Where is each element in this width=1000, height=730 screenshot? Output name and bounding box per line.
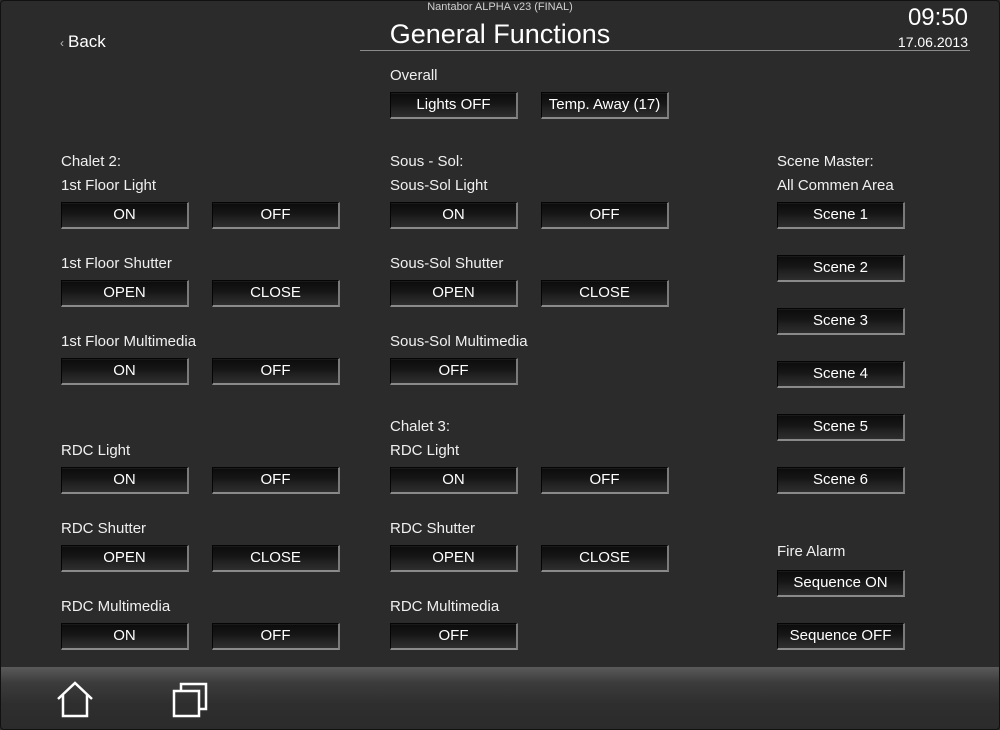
- scene-master-heading: Scene Master:: [777, 153, 874, 170]
- chalet2-floor-shutter-label: 1st Floor Shutter: [61, 255, 172, 272]
- home-icon[interactable]: [55, 680, 95, 720]
- chalet2-heading: Chalet 2:: [61, 153, 122, 170]
- sous-sol-light-on-button[interactable]: ON: [390, 202, 518, 229]
- chalet3-rdc-light-off-button[interactable]: OFF: [541, 467, 669, 494]
- overall-heading: Overall: [390, 67, 438, 84]
- sous-sol-shutter-open-button[interactable]: OPEN: [390, 280, 518, 307]
- app-title: Nantabor ALPHA v23 (FINAL): [427, 1, 573, 13]
- chalet2-rdc-light-label: RDC Light: [61, 442, 131, 459]
- chalet3-heading: Chalet 3:: [390, 418, 451, 435]
- chalet2-rdc-multimedia-label: RDC Multimedia: [61, 598, 171, 615]
- chalet2-rdc-shutter-close-button[interactable]: CLOSE: [212, 545, 340, 572]
- chalet2-rdc-light-on-button[interactable]: ON: [61, 467, 189, 494]
- chalet2-floor-light-off-button[interactable]: OFF: [212, 202, 340, 229]
- chalet2-floor-multimedia-on-button[interactable]: ON: [61, 358, 189, 385]
- scene-4-button[interactable]: Scene 4: [777, 361, 905, 388]
- chalet3-rdc-multimedia-off-button[interactable]: OFF: [390, 623, 518, 650]
- sequence-off-button[interactable]: Sequence OFF: [777, 623, 905, 650]
- chalet2-floor-light-on-button[interactable]: ON: [61, 202, 189, 229]
- sous-sol-heading: Sous - Sol:: [390, 153, 464, 170]
- chalet2-rdc-multimedia-on-button[interactable]: ON: [61, 623, 189, 650]
- header-divider: [360, 50, 970, 51]
- fire-alarm-heading: Fire Alarm: [777, 543, 846, 560]
- lights-off-button[interactable]: Lights OFF: [390, 92, 518, 119]
- scene-3-button[interactable]: Scene 3: [777, 308, 905, 335]
- chalet2-rdc-shutter-open-button[interactable]: OPEN: [61, 545, 189, 572]
- chalet2-rdc-multimedia-off-button[interactable]: OFF: [212, 623, 340, 650]
- sequence-on-button[interactable]: Sequence ON: [777, 570, 905, 597]
- chalet3-rdc-light-on-button[interactable]: ON: [390, 467, 518, 494]
- sous-sol-shutter-label: Sous-Sol Shutter: [390, 255, 504, 272]
- chalet2-rdc-shutter-label: RDC Shutter: [61, 520, 147, 537]
- sous-sol-light-off-button[interactable]: OFF: [541, 202, 669, 229]
- scene-master-subheading: All Commen Area: [777, 177, 894, 194]
- scene-2-button[interactable]: Scene 2: [777, 255, 905, 282]
- chalet2-floor-multimedia-label: 1st Floor Multimedia: [61, 333, 197, 350]
- chalet2-rdc-light-off-button[interactable]: OFF: [212, 467, 340, 494]
- chalet2-floor-shutter-close-button[interactable]: CLOSE: [212, 280, 340, 307]
- sous-sol-light-label: Sous-Sol Light: [390, 177, 488, 194]
- chalet3-rdc-shutter-label: RDC Shutter: [390, 520, 476, 537]
- sous-sol-multimedia-off-button[interactable]: OFF: [390, 358, 518, 385]
- chalet3-rdc-shutter-close-button[interactable]: CLOSE: [541, 545, 669, 572]
- multitask-icon[interactable]: [170, 680, 210, 720]
- bottom-nav-bar: [1, 667, 999, 729]
- sous-sol-multimedia-label: Sous-Sol Multimedia: [390, 333, 528, 350]
- scene-5-button[interactable]: Scene 5: [777, 414, 905, 441]
- chalet2-floor-light-label: 1st Floor Light: [61, 177, 157, 194]
- clock-date: 17.06.2013: [897, 34, 968, 50]
- clock-time: 09:50: [907, 4, 968, 31]
- chalet2-floor-shutter-open-button[interactable]: OPEN: [61, 280, 189, 307]
- temp-away-button[interactable]: Temp. Away (17): [541, 92, 669, 119]
- chalet3-rdc-light-label: RDC Light: [390, 442, 460, 459]
- chalet2-floor-multimedia-off-button[interactable]: OFF: [212, 358, 340, 385]
- chalet3-rdc-multimedia-label: RDC Multimedia: [390, 598, 500, 615]
- sous-sol-shutter-close-button[interactable]: CLOSE: [541, 280, 669, 307]
- chalet3-rdc-shutter-open-button[interactable]: OPEN: [390, 545, 518, 572]
- scene-1-button[interactable]: Scene 1: [777, 202, 905, 229]
- page-title: General Functions: [389, 19, 611, 49]
- scene-6-button[interactable]: Scene 6: [777, 467, 905, 494]
